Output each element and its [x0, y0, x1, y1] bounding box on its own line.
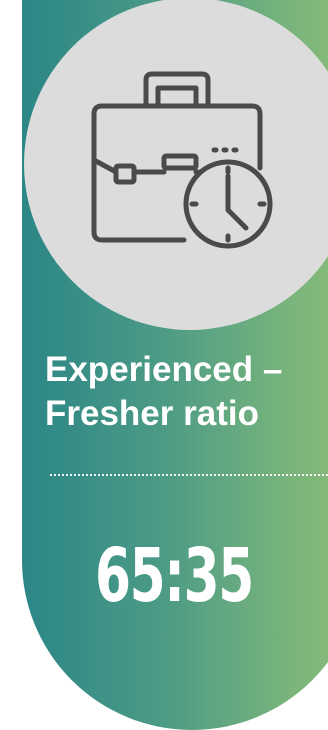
stat-title-line-1: Experienced –: [45, 350, 283, 389]
stat-value: 65:35: [95, 533, 254, 619]
stat-card-page: Experienced – Fresher ratio 65:35: [0, 0, 328, 730]
stat-title-line-2: Fresher ratio: [45, 394, 259, 433]
stat-title: Experienced – Fresher ratio: [45, 348, 325, 436]
briefcase-clock-icon: [88, 68, 280, 258]
dotted-divider: [50, 474, 328, 476]
